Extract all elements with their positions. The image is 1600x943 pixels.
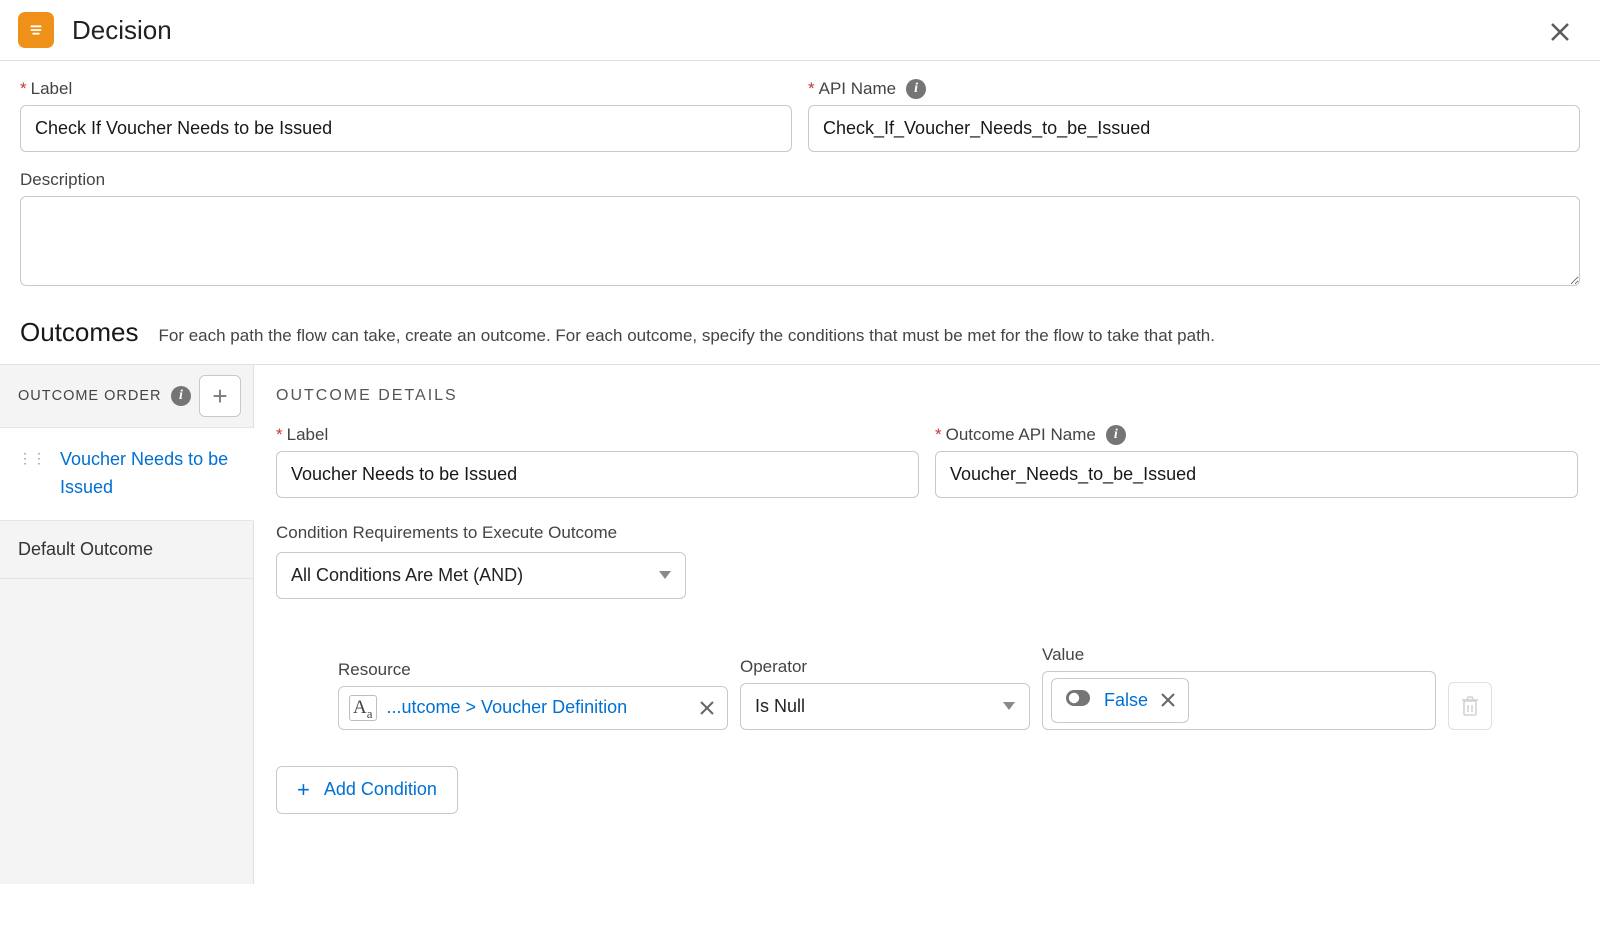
- decision-form: *Label *API Name i Description: [0, 61, 1600, 291]
- outcome-api-name-input[interactable]: [935, 451, 1578, 498]
- condition-requirements-select[interactable]: All Conditions Are Met (AND): [276, 552, 686, 599]
- plus-icon: +: [212, 383, 227, 409]
- resource-column-label: Resource: [338, 660, 728, 680]
- resource-picker[interactable]: Aa ...utcome > Voucher Definition: [338, 686, 728, 730]
- value-pill[interactable]: False: [1051, 678, 1189, 723]
- api-name-input[interactable]: [808, 105, 1580, 152]
- modal-title: Decision: [72, 15, 172, 46]
- text-type-icon: Aa: [349, 695, 377, 721]
- chevron-down-icon: [1003, 702, 1015, 710]
- plus-icon: +: [297, 779, 310, 801]
- info-icon[interactable]: i: [906, 79, 926, 99]
- close-icon: [1549, 21, 1571, 43]
- description-field-label: Description: [20, 170, 1580, 190]
- add-condition-button[interactable]: + Add Condition: [276, 766, 458, 814]
- value-column-label: Value: [1042, 645, 1436, 665]
- outcome-order-sidebar: OUTCOME ORDER i + ⋮⋮ Voucher Needs to be…: [0, 365, 254, 884]
- outcomes-title: Outcomes: [20, 317, 139, 348]
- outcome-label-field-label: *Label: [276, 425, 919, 445]
- trash-icon: [1460, 695, 1480, 717]
- toggle-icon: [1062, 687, 1094, 714]
- sidebar-item-outcome[interactable]: ⋮⋮ Voucher Needs to be Issued: [0, 428, 254, 521]
- sidebar-item-label[interactable]: Voucher Needs to be Issued: [60, 446, 239, 502]
- outcomes-body: OUTCOME ORDER i + ⋮⋮ Voucher Needs to be…: [0, 364, 1600, 884]
- modal-header: Decision: [0, 0, 1600, 61]
- chevron-down-icon: [659, 571, 671, 579]
- resource-value: ...utcome > Voucher Definition: [387, 697, 687, 718]
- close-button[interactable]: [1542, 14, 1578, 50]
- value-text: False: [1104, 690, 1148, 711]
- operator-select[interactable]: Is Null: [740, 683, 1030, 730]
- info-icon[interactable]: i: [171, 386, 191, 406]
- operator-column-label: Operator: [740, 657, 1030, 677]
- condition-requirements-value: All Conditions Are Met (AND): [291, 565, 523, 586]
- operator-value: Is Null: [755, 696, 805, 717]
- sidebar-item-label[interactable]: Default Outcome: [18, 539, 153, 560]
- outcome-details-heading: OUTCOME DETAILS: [276, 387, 1578, 405]
- clear-value-button[interactable]: [1158, 692, 1178, 708]
- condition-requirements-label: Condition Requirements to Execute Outcom…: [276, 520, 686, 546]
- api-name-field-label: *API Name i: [808, 79, 1580, 99]
- info-icon[interactable]: i: [1106, 425, 1126, 445]
- outcome-details: OUTCOME DETAILS *Label *Outcome API Name…: [254, 365, 1600, 884]
- decision-icon: [18, 12, 54, 48]
- add-condition-label: Add Condition: [324, 779, 437, 800]
- outcomes-heading: Outcomes For each path the flow can take…: [0, 317, 1600, 364]
- drag-handle-icon[interactable]: ⋮⋮: [18, 454, 46, 462]
- clear-resource-button[interactable]: [697, 700, 717, 716]
- condition-row: Resource Aa ...utcome > Voucher Definiti…: [276, 645, 1578, 730]
- value-input[interactable]: False: [1042, 671, 1436, 730]
- add-outcome-button[interactable]: +: [199, 375, 241, 417]
- delete-condition-button: [1448, 682, 1492, 730]
- description-input[interactable]: [20, 196, 1580, 286]
- outcome-label-input[interactable]: [276, 451, 919, 498]
- close-icon: [1160, 692, 1176, 708]
- outcome-api-name-field-label: *Outcome API Name i: [935, 425, 1578, 445]
- close-icon: [699, 700, 715, 716]
- label-input[interactable]: [20, 105, 792, 152]
- outcome-order-label: OUTCOME ORDER: [18, 388, 163, 404]
- outcomes-hint: For each path the flow can take, create …: [159, 326, 1215, 346]
- sidebar-item-default-outcome[interactable]: Default Outcome: [0, 521, 253, 579]
- label-field-label: *Label: [20, 79, 792, 99]
